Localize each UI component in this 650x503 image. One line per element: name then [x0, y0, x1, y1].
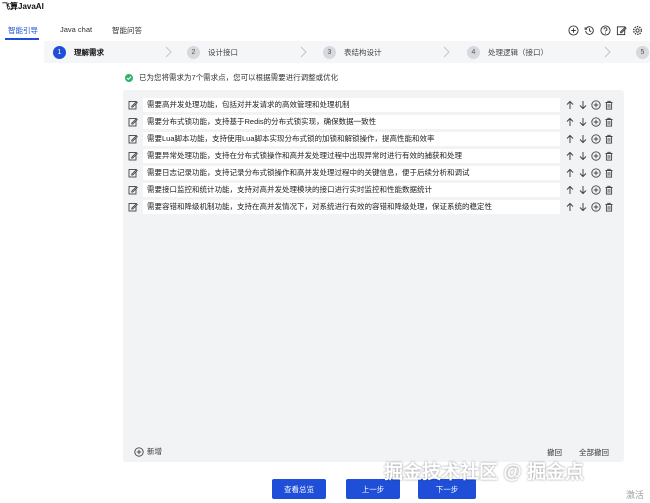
requirement-text[interactable]: 需要异常处理功能，支持在分布式锁操作和高并发处理过程中出现异常时进行有效的捕获和…: [143, 149, 560, 163]
edit-icon[interactable]: [128, 202, 138, 212]
arrow-down-icon[interactable]: [577, 150, 588, 162]
step-number: 2: [187, 45, 200, 59]
activate-text: 激活: [626, 490, 645, 500]
step-number: 4: [467, 45, 480, 59]
arrow-up-icon[interactable]: [564, 150, 575, 162]
trash-icon[interactable]: [603, 116, 614, 128]
requirement-row: 需要Lua脚本功能，支持使用Lua脚本实现分布式锁的加锁和解锁操作，提高性能和效…: [127, 132, 622, 146]
arrow-down-icon[interactable]: [577, 201, 588, 213]
requirement-row: 需要容错和降级机制功能，支持在高并发情况下，对系统进行有效的容错和降级处理，保证…: [127, 200, 622, 214]
requirement-actions: [564, 167, 614, 179]
requirement-actions: [564, 184, 614, 196]
view-summary-button[interactable]: 查看总览: [272, 479, 326, 499]
requirement-text[interactable]: 需要高并发处理功能，包括对并发请求的高效管理和处理机制: [143, 98, 560, 112]
arrow-up-icon[interactable]: [564, 116, 575, 128]
requirement-actions: [564, 201, 614, 213]
arrow-down-icon[interactable]: [577, 133, 588, 145]
edit-icon[interactable]: [615, 24, 628, 37]
trash-icon[interactable]: [603, 201, 614, 213]
history-icon[interactable]: [583, 24, 596, 37]
add-circle-icon[interactable]: [590, 184, 601, 196]
watermark: 掘金技术社区 @ 掘金点: [384, 462, 585, 483]
step-label: 设计接口: [208, 47, 238, 57]
settings-icon[interactable]: [631, 24, 644, 37]
check-circle-icon: [125, 73, 133, 82]
add-circle-icon[interactable]: [567, 24, 580, 37]
requirement-row: 需要异常处理功能，支持在分布式锁操作和高并发处理过程中出现异常时进行有效的捕获和…: [127, 149, 622, 163]
requirement-text[interactable]: 需要日志记录功能，支持记录分布式锁操作和高并发处理过程中的关键信息，便于后续分析…: [143, 166, 560, 180]
requirement-row: 需要高并发处理功能，包括对并发请求的高效管理和处理机制: [127, 98, 622, 112]
trash-icon[interactable]: [603, 167, 614, 179]
arrow-down-icon[interactable]: [577, 167, 588, 179]
arrow-up-icon[interactable]: [564, 201, 575, 213]
requirement-row: 需要分布式锁功能，支持基于Redis的分布式锁实现，确保数据一致性: [127, 115, 622, 129]
trash-icon[interactable]: [603, 133, 614, 145]
notice-banner: 已为您将需求为7个需求点，您可以根据需要进行调整或优化: [125, 72, 338, 83]
arrow-up-icon[interactable]: [564, 99, 575, 111]
arrow-up-icon[interactable]: [564, 167, 575, 179]
edit-icon[interactable]: [128, 168, 138, 178]
top-tabs: 智能引导 Java chat 智能问答: [0, 22, 650, 40]
requirement-text[interactable]: 需要分布式锁功能，支持基于Redis的分布式锁实现，确保数据一致性: [143, 115, 560, 129]
trash-icon[interactable]: [603, 150, 614, 162]
edit-icon[interactable]: [128, 151, 138, 161]
edit-icon[interactable]: [128, 134, 138, 144]
add-circle-icon[interactable]: [590, 201, 601, 213]
tab-java-chat[interactable]: Java chat: [60, 25, 92, 34]
add-circle-icon[interactable]: [590, 150, 601, 162]
trash-icon[interactable]: [603, 99, 614, 111]
requirement-text[interactable]: 需要Lua脚本功能，支持使用Lua脚本实现分布式锁的加锁和解锁操作，提高性能和效…: [143, 132, 560, 146]
arrow-up-icon[interactable]: [564, 184, 575, 196]
arrow-down-icon[interactable]: [577, 116, 588, 128]
edit-icon[interactable]: [128, 117, 138, 127]
step-3[interactable]: 3 表结构设计: [323, 45, 382, 59]
arrow-down-icon[interactable]: [577, 99, 588, 111]
steps-bar: 1 理解需求 2 设计接口 3 表结构设计 4 处理逻辑（接口） 5: [44, 41, 650, 63]
trash-icon[interactable]: [603, 184, 614, 196]
requirement-row: 需要日志记录功能，支持记录分布式锁操作和高并发处理过程中的关键信息，便于后续分析…: [127, 166, 622, 180]
add-circle-icon[interactable]: [590, 167, 601, 179]
requirement-text[interactable]: 需要容错和降级机制功能，支持在高并发情况下，对系统进行有效的容错和降级处理，保证…: [143, 200, 560, 214]
add-requirement-button[interactable]: 新增: [134, 446, 162, 457]
requirement-actions: [564, 133, 614, 145]
step-label: 处理逻辑（接口）: [488, 47, 548, 57]
chevron-right-icon: [604, 46, 611, 58]
requirement-text[interactable]: 需要接口监控和统计功能，支持对高并发处理模块的接口进行实时监控和性能数据统计: [143, 183, 560, 197]
step-number: 3: [323, 45, 336, 59]
step-4[interactable]: 4 处理逻辑（接口）: [467, 45, 548, 59]
step-2[interactable]: 2 设计接口: [187, 45, 238, 59]
add-circle-icon: [134, 446, 144, 457]
step-number: 1: [53, 45, 66, 59]
edit-icon[interactable]: [128, 185, 138, 195]
chevron-right-icon: [443, 46, 450, 58]
edit-icon[interactable]: [128, 100, 138, 110]
requirement-actions: [564, 99, 614, 111]
app-title: 飞算JavaAI: [2, 2, 44, 11]
tab-guide[interactable]: 智能引导: [8, 25, 38, 36]
help-icon[interactable]: [599, 24, 612, 37]
add-circle-icon[interactable]: [590, 116, 601, 128]
requirements-panel: 需要高并发处理功能，包括对并发请求的高效管理和处理机制 需要分布式锁功能，支持基…: [123, 90, 624, 462]
add-label: 新增: [147, 447, 162, 456]
step-5[interactable]: 5: [636, 45, 650, 59]
step-label: 理解需求: [74, 47, 104, 57]
chevron-right-icon: [165, 46, 172, 58]
active-tab-indicator: [5, 38, 39, 40]
arrow-up-icon[interactable]: [564, 133, 575, 145]
add-circle-icon[interactable]: [590, 99, 601, 111]
add-circle-icon[interactable]: [590, 133, 601, 145]
requirement-row: 需要接口监控和统计功能，支持对高并发处理模块的接口进行实时监控和性能数据统计: [127, 183, 622, 197]
tab-qa[interactable]: 智能问答: [112, 25, 142, 36]
requirement-actions: [564, 150, 614, 162]
chevron-right-icon: [300, 46, 307, 58]
requirement-actions: [564, 116, 614, 128]
arrow-down-icon[interactable]: [577, 184, 588, 196]
notice-text: 已为您将需求为7个需求点，您可以根据需要进行调整或优化: [139, 73, 339, 82]
step-label: 表结构设计: [344, 47, 382, 57]
toolbar-icons: [567, 24, 644, 37]
step-1[interactable]: 1 理解需求: [53, 45, 104, 59]
step-number: 5: [636, 45, 649, 59]
